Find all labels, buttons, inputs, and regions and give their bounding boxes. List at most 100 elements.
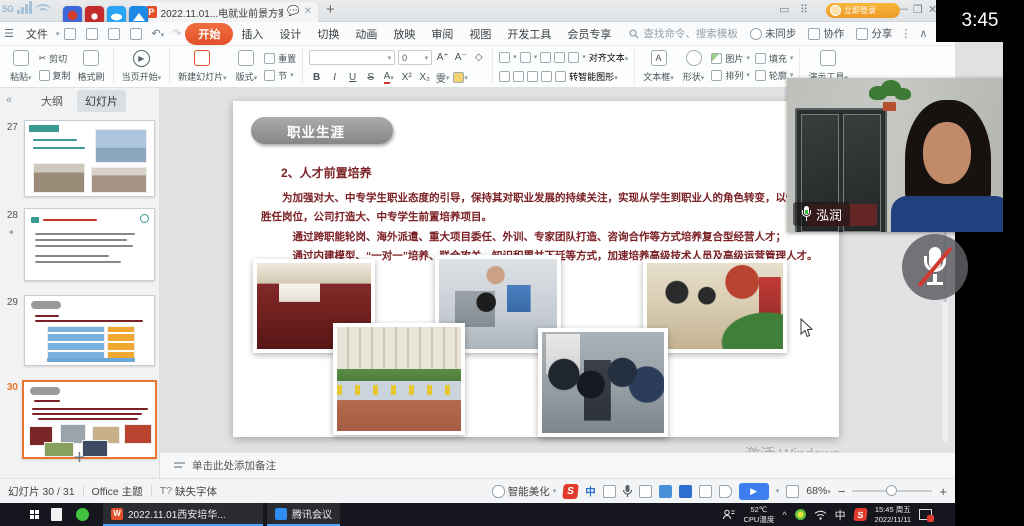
bullet-list-icon[interactable]	[499, 52, 510, 63]
slide-thumbnail-27[interactable]	[24, 120, 155, 197]
mini-window-icon[interactable]: ▭	[779, 3, 789, 16]
add-slide-button[interactable]: +	[0, 447, 159, 470]
slide-subtitle[interactable]: 2、人才前置培养	[281, 164, 372, 181]
line-spacing-icon[interactable]	[568, 52, 579, 63]
menu-tab-member[interactable]: 会员专享	[559, 24, 619, 44]
new-slide-button[interactable]: 新建幻灯片▾	[176, 48, 229, 85]
arrange-button[interactable]: 排列▾	[711, 67, 750, 83]
layout-button[interactable]: 版式▾	[234, 48, 260, 85]
fill-button[interactable]: 填充▾	[755, 50, 794, 66]
justify-icon[interactable]	[541, 71, 552, 82]
print-icon[interactable]	[108, 28, 120, 40]
voice-mic-icon[interactable]	[623, 485, 632, 498]
font-size-select[interactable]: 0▾	[398, 50, 432, 65]
layout-grid-icon[interactable]: ⠿	[800, 3, 808, 16]
clear-format-icon[interactable]: ◇	[471, 50, 486, 65]
restore-button[interactable]: ❐	[913, 3, 923, 16]
action-center-icon[interactable]	[919, 509, 932, 520]
taskbar-wps-window[interactable]: W 2022.11.01西安培华...	[103, 503, 263, 526]
share-button[interactable]: 分享	[856, 26, 892, 41]
clock-widget[interactable]: 15:45 周五2022/11/11	[875, 505, 911, 524]
decrease-font-icon[interactable]: A⁻	[453, 50, 468, 65]
zoom-slider-thumb[interactable]	[886, 485, 897, 496]
play-options-caret-icon[interactable]: ▾	[776, 487, 780, 495]
collapse-ribbon-icon[interactable]: ∧	[919, 27, 927, 40]
zoom-slider[interactable]	[852, 490, 932, 492]
print-preview-icon[interactable]	[130, 28, 142, 40]
s-logo-icon[interactable]: S	[562, 484, 579, 499]
slide-canvas[interactable]: 职业生涯 2、人才前置培养 为加强对大、中专学生职业态度的引导，保持其对职业发展…	[233, 101, 839, 437]
fit-window-icon[interactable]	[786, 485, 799, 498]
slideshow-play-button[interactable]: ▶	[739, 483, 769, 500]
menu-tab-animation[interactable]: 动画	[347, 24, 385, 44]
skin-theme-icon[interactable]	[659, 485, 672, 498]
mic-muted-button[interactable]	[902, 234, 968, 300]
numbered-list-icon[interactable]	[520, 52, 531, 63]
login-button[interactable]: 立即登录	[826, 3, 900, 18]
bold-button[interactable]: B	[309, 70, 324, 85]
tab-close-icon[interactable]: ✕	[304, 7, 312, 17]
ime-indicator-icon[interactable]: 中	[585, 484, 596, 499]
zoom-level[interactable]: 68%▾	[806, 485, 831, 497]
new-tab-button[interactable]: +	[326, 1, 335, 18]
menu-tab-view[interactable]: 视图	[461, 24, 499, 44]
font-family-select[interactable]: ▾	[309, 50, 395, 65]
missing-font-label[interactable]: 缺失字体	[175, 484, 217, 499]
italic-button[interactable]: I	[327, 70, 342, 85]
tray-sogou-icon[interactable]: S	[853, 508, 867, 521]
collab-button[interactable]: 协作	[808, 26, 844, 41]
hamburger-icon[interactable]: ☰	[4, 27, 14, 40]
tab-outline[interactable]: 大纲	[33, 90, 71, 112]
reset-button[interactable]: 重置	[264, 50, 296, 66]
photo-factory-visit[interactable]	[538, 328, 668, 437]
undo-icon[interactable]: ↶▾	[151, 27, 164, 40]
file-explorer-icon[interactable]	[51, 508, 62, 521]
menu-tab-insert[interactable]: 插入	[233, 24, 271, 44]
shapes-button[interactable]: 形状▾	[681, 48, 707, 85]
picture-button[interactable]: 图片▾	[711, 50, 750, 66]
cpu-temp-widget[interactable]: 52℃CPU温度	[743, 505, 774, 524]
play-from-current-button[interactable]: ▶当页开始▾	[120, 48, 164, 85]
save-icon[interactable]	[64, 28, 76, 40]
menu-file[interactable]: 文件	[18, 24, 56, 44]
command-search[interactable]: 查找命令、搜索模板	[629, 26, 738, 41]
increase-indent-icon[interactable]	[554, 52, 565, 63]
tray-expand-icon[interactable]: ^	[782, 510, 786, 520]
people-icon[interactable]	[723, 509, 735, 520]
menu-tab-transition[interactable]: 切换	[309, 24, 347, 44]
widgets-icon[interactable]	[679, 485, 692, 498]
textbox-button[interactable]: A文本框▾	[641, 48, 676, 85]
theme-name[interactable]: Office 主题	[92, 484, 143, 499]
menu-tab-review[interactable]: 审阅	[423, 24, 461, 44]
menu-tab-design[interactable]: 设计	[271, 24, 309, 44]
export-icon[interactable]	[86, 28, 98, 40]
comment-bubble-icon[interactable]: 💬	[287, 7, 299, 17]
align-left-icon[interactable]	[499, 71, 510, 82]
superscript-button[interactable]: X²	[399, 70, 414, 85]
beautify-button[interactable]: 智能美化▾	[492, 484, 557, 499]
menu-tab-slideshow[interactable]: 放映	[385, 24, 423, 44]
reading-view-icon[interactable]	[719, 485, 732, 498]
align-text-button[interactable]: 对齐文本▾	[589, 51, 629, 64]
slide-thumbnail-29[interactable]	[24, 295, 155, 366]
notes-bar[interactable]: 单击此处添加备注	[160, 452, 955, 478]
section-button[interactable]: 节▾	[264, 67, 296, 83]
collapse-panel-icon[interactable]: «	[6, 94, 12, 106]
align-center-icon[interactable]	[513, 71, 524, 82]
document-tab[interactable]: P 2022.11.01...电就业前景方案(1) 💬 ✕	[140, 2, 318, 22]
underline-button[interactable]: U	[345, 70, 360, 85]
menu-tab-home[interactable]: 开始	[185, 23, 233, 45]
webcam-video[interactable]: 泓润	[787, 78, 1003, 232]
strike-button[interactable]: S	[363, 70, 378, 85]
tray-wifi-icon[interactable]	[814, 510, 827, 520]
cut-button[interactable]: ✂剪切	[39, 50, 71, 66]
increase-font-icon[interactable]: A⁺	[435, 50, 450, 65]
font-color-button[interactable]: A▾	[381, 70, 396, 85]
align-right-icon[interactable]	[527, 71, 538, 82]
ink-pen-icon[interactable]	[603, 485, 616, 498]
sync-status[interactable]: 未同步	[750, 26, 797, 41]
highlight-button[interactable]: ▾	[453, 70, 468, 85]
tray-green-icon[interactable]	[795, 509, 806, 520]
green-app-icon[interactable]	[76, 508, 89, 521]
taskbar-meeting-window[interactable]: 腾讯会议	[267, 503, 340, 526]
